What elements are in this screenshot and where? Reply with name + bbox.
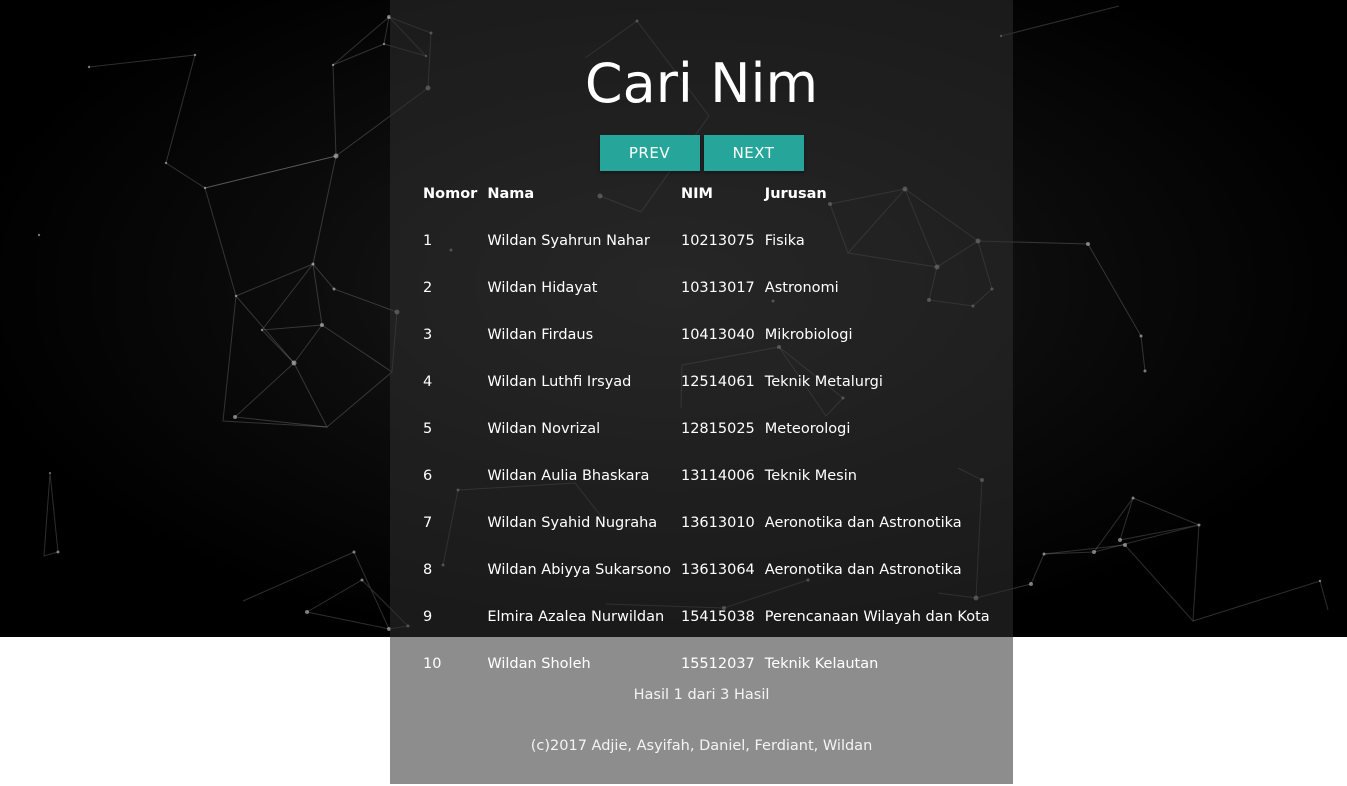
cell-nama: Wildan Luthfi Irsyad	[487, 373, 632, 390]
cell-jurusan: Mikrobiologi	[764, 326, 853, 343]
cell-nim: 15415038	[680, 608, 755, 625]
cell-nim: 13114006	[680, 467, 755, 484]
cell-jurusan: Teknik Kelautan	[764, 655, 879, 672]
cell-nomor: 2	[423, 279, 433, 296]
table-row: 10 Wildan Sholeh 15512037 Teknik Kelauta…	[418, 640, 995, 687]
cell-nomor: 5	[423, 420, 433, 437]
cell-nomor: 4	[423, 373, 433, 390]
header-nomor: Nomor	[423, 186, 478, 202]
cell-nomor: 8	[423, 561, 433, 578]
table-row: 4 Wildan Luthfi Irsyad 12514061 Teknik M…	[418, 358, 995, 405]
cell-jurusan: Teknik Metalurgi	[764, 373, 883, 390]
cell-nama: Wildan Syahrun Nahar	[487, 232, 650, 249]
header-nim: NIM	[680, 186, 713, 202]
cell-nama: Wildan Syahid Nugraha	[487, 514, 658, 531]
cell-nama: Wildan Firdaus	[487, 326, 594, 343]
prev-button[interactable]: PREV	[599, 135, 700, 171]
cell-nama: Wildan Aulia Bhaskara	[487, 467, 650, 484]
cell-jurusan: Meteorologi	[764, 420, 851, 437]
cell-nomor: 6	[423, 467, 433, 484]
cell-nim: 12815025	[680, 420, 755, 437]
header-nama: Nama	[487, 186, 535, 202]
table-row: 7 Wildan Syahid Nugraha 13613010 Aeronot…	[418, 499, 995, 546]
table-body: 1 Wildan Syahrun Nahar 10213075 Fisika 2…	[418, 217, 995, 687]
cell-nomor: 3	[423, 326, 433, 343]
table-row: 8 Wildan Abiyya Sukarsono 13613064 Aeron…	[418, 546, 995, 593]
page-title: Cari Nim	[584, 52, 819, 115]
cell-nim: 10413040	[680, 326, 755, 343]
cell-nim: 13613010	[680, 514, 755, 531]
table-row: 1 Wildan Syahrun Nahar 10213075 Fisika	[418, 217, 995, 264]
cell-jurusan: Perencanaan Wilayah dan Kota	[764, 608, 990, 625]
cell-nama: Wildan Abiyya Sukarsono	[487, 561, 671, 578]
cell-nim: 15512037	[680, 655, 755, 672]
cell-jurusan: Teknik Mesin	[764, 467, 857, 484]
table-row: 6 Wildan Aulia Bhaskara 13114006 Teknik …	[418, 452, 995, 499]
table-row: 9 Elmira Azalea Nurwildan 15415038 Peren…	[418, 593, 995, 640]
results-table: Nomor Nama NIM Jurusan 1 Wildan Syahrun …	[418, 171, 995, 687]
cell-jurusan: Aeronotika dan Astronotika	[764, 514, 962, 531]
cell-nama: Wildan Novrizal	[487, 420, 601, 437]
cell-nomor: 9	[423, 608, 433, 625]
pagination-buttons: PREV NEXT	[390, 135, 1013, 171]
content-panel: Cari Nim PREV NEXT Nomor Nama NIM Jurusa…	[390, 0, 1013, 784]
cell-jurusan: Aeronotika dan Astronotika	[764, 561, 962, 578]
table-header-row: Nomor Nama NIM Jurusan	[418, 171, 995, 217]
results-count: Hasil 1 dari 3 Hasil	[633, 687, 770, 703]
cell-jurusan: Fisika	[764, 232, 805, 249]
cell-nim: 12514061	[680, 373, 755, 390]
cell-nama: Wildan Hidayat	[487, 279, 598, 296]
table-row: 3 Wildan Firdaus 10413040 Mikrobiologi	[418, 311, 995, 358]
header-jurusan: Jurusan	[764, 186, 827, 202]
cell-nama: Wildan Sholeh	[487, 655, 591, 672]
cell-nomor: 7	[423, 514, 433, 531]
cell-nim: 13613064	[680, 561, 755, 578]
cell-nim: 10213075	[680, 232, 755, 249]
cell-nim: 10313017	[680, 279, 755, 296]
cell-jurusan: Astronomi	[764, 279, 839, 296]
copyright-text: (c)2017 Adjie, Asyifah, Daniel, Ferdiant…	[530, 738, 873, 754]
cell-nama: Elmira Azalea Nurwildan	[487, 608, 665, 625]
table-row: 5 Wildan Novrizal 12815025 Meteorologi	[418, 405, 995, 452]
next-button[interactable]: NEXT	[703, 135, 804, 171]
cell-nomor: 1	[423, 232, 433, 249]
table-row: 2 Wildan Hidayat 10313017 Astronomi	[418, 264, 995, 311]
cell-nomor: 10	[423, 655, 442, 672]
